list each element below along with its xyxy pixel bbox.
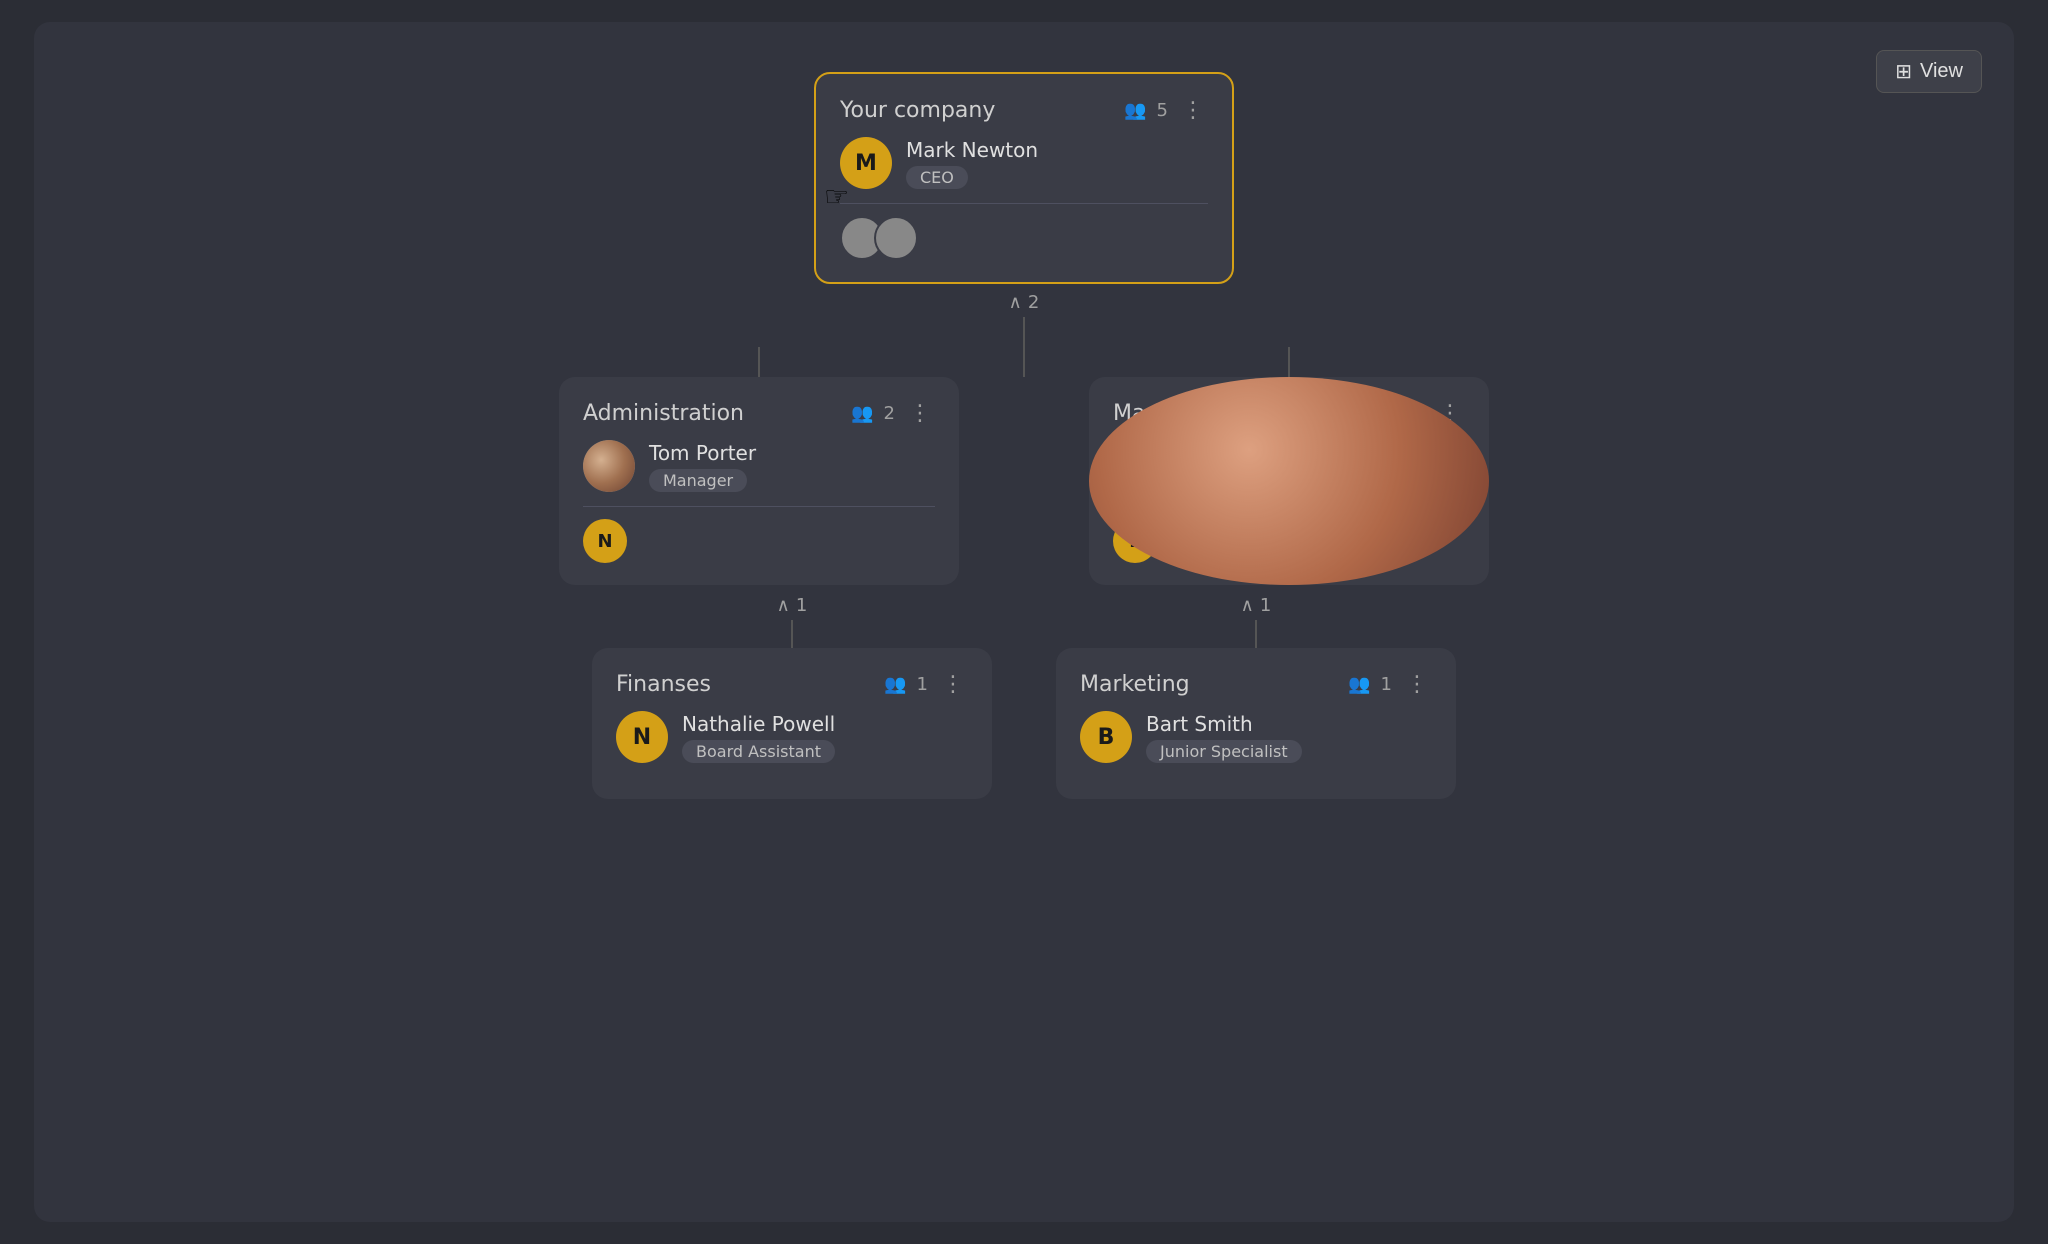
root-card-title: Your company [840, 98, 995, 123]
admin-title: Administration [583, 401, 744, 426]
marketing-collapse-btn[interactable]: ∧ 1 [1241, 591, 1272, 620]
marketing2-count: 1 [1381, 674, 1392, 695]
admin-chevron: ∧ [777, 595, 790, 616]
sub-avatar-stack [840, 216, 1208, 260]
finanses-title: Finanses [616, 672, 711, 697]
nathalie-row: N Nathalie Powell Board Assistant [616, 711, 968, 763]
admin-card: Administration 👥 2 ⋮ Tom Porter M [559, 377, 959, 585]
marketing2-title: Marketing [1080, 672, 1190, 697]
finanses-people-icon: 👥 [884, 674, 906, 695]
marketing2-card: Marketing 👥 1 ⋮ B Bart Smith Junior Spec… [1056, 648, 1456, 799]
h-gap [1023, 347, 1025, 377]
bart-avatar: B [1080, 711, 1132, 763]
admin-header: Administration 👥 2 ⋮ [583, 399, 935, 428]
bart-info: Bart Smith Junior Specialist [1146, 712, 1302, 763]
vline-l1-left [758, 347, 760, 377]
root-collapse-chevron: ∧ [1009, 292, 1022, 313]
marketing-collapse-count: 1 [1260, 595, 1271, 616]
root-card-meta: 👥 5 ⋮ [1124, 96, 1208, 125]
bart-name: Bart Smith [1146, 712, 1302, 736]
marketing2-meta: 👥 1 ⋮ [1348, 670, 1432, 699]
finanses-header: Finanses 👥 1 ⋮ [616, 670, 968, 699]
vline-root [1023, 317, 1025, 347]
l1-right-collapse: ∧ 1 [1056, 591, 1456, 648]
admin-count: 2 [884, 403, 895, 424]
level1-section: Administration 👥 2 ⋮ Tom Porter M [559, 347, 1489, 585]
bart-badge: Junior Specialist [1146, 740, 1302, 763]
ceo-info: Mark Newton CEO [906, 138, 1038, 189]
nathalie-avatar: N [616, 711, 668, 763]
org-chart: Your company 👥 5 ⋮ M Mark Newton CEO [34, 22, 2014, 799]
root-divider [840, 203, 1208, 204]
view-button-label: View [1920, 60, 1963, 83]
sub-avatar-2 [874, 216, 918, 260]
finanses-menu[interactable]: ⋮ [938, 670, 968, 699]
marketing-chevron: ∧ [1241, 595, 1254, 616]
marketing2-people-icon: 👥 [1348, 674, 1370, 695]
marry-row: Marry Roberts Manager [1113, 440, 1465, 492]
view-button[interactable]: ⊞ View [1876, 50, 1982, 93]
level1-connector-row: Administration 👥 2 ⋮ Tom Porter M [559, 347, 1489, 585]
vline-l1-right [1288, 347, 1290, 377]
tom-name: Tom Porter [649, 441, 756, 465]
admin-sub-avatar: N [583, 519, 627, 563]
marketing2-menu[interactable]: ⋮ [1402, 670, 1432, 699]
vline-l2-left [791, 620, 793, 648]
level1-collapse-row: ∧ 1 ∧ 1 [592, 591, 1456, 648]
root-card: Your company 👥 5 ⋮ M Mark Newton CEO [814, 72, 1234, 284]
finanses-card: Finanses 👥 1 ⋮ N Nathalie Powell Board A… [592, 648, 992, 799]
root-card-header: Your company 👥 5 ⋮ [840, 96, 1208, 125]
root-people-count: 5 [1157, 100, 1168, 121]
nathalie-name: Nathalie Powell [682, 712, 835, 736]
marketing2-header: Marketing 👥 1 ⋮ [1080, 670, 1432, 699]
ceo-badge: CEO [906, 166, 968, 189]
root-collapse-btn[interactable]: ∧ 2 [1009, 288, 1040, 317]
marketing-card: Marketing 👥 2 ⋮ Marry Roberts Man [1089, 377, 1489, 585]
nathalie-info: Nathalie Powell Board Assistant [682, 712, 835, 763]
tom-badge: Manager [649, 469, 747, 492]
admin-menu[interactable]: ⋮ [905, 399, 935, 428]
root-card-menu[interactable]: ⋮ [1178, 96, 1208, 125]
left-drop: Administration 👥 2 ⋮ Tom Porter M [559, 347, 959, 585]
bart-row: B Bart Smith Junior Specialist [1080, 711, 1432, 763]
admin-collapse-count: 1 [796, 595, 807, 616]
admin-collapse-btn[interactable]: ∧ 1 [777, 591, 808, 620]
admin-divider [583, 506, 935, 507]
level2-row: Finanses 👥 1 ⋮ N Nathalie Powell Board A… [592, 648, 1456, 799]
ceo-name: Mark Newton [906, 138, 1038, 162]
right-drop: Marketing 👥 2 ⋮ Marry Roberts Man [1089, 347, 1489, 585]
ceo-row: M Mark Newton CEO [840, 137, 1208, 189]
vline-l2-right [1255, 620, 1257, 648]
root-collapse-area: ∧ 2 [1009, 288, 1040, 347]
l1-left-collapse: ∧ 1 [592, 591, 992, 648]
ceo-avatar: M [840, 137, 892, 189]
tom-info: Tom Porter Manager [649, 441, 756, 492]
finanses-count: 1 [917, 674, 928, 695]
root-collapse-count: 2 [1028, 292, 1039, 313]
admin-meta: 👥 2 ⋮ [851, 399, 935, 428]
marry-avatar [1113, 440, 1165, 492]
finanses-meta: 👥 1 ⋮ [884, 670, 968, 699]
tom-row: Tom Porter Manager [583, 440, 935, 492]
admin-people-icon: 👥 [851, 403, 873, 424]
app-container: ⊞ View Your company 👥 5 ⋮ M Mark Newton [34, 22, 2014, 1222]
view-icon: ⊞ [1895, 59, 1912, 84]
people-icon: 👥 [1124, 100, 1146, 121]
nathalie-badge: Board Assistant [682, 740, 835, 763]
tom-avatar [583, 440, 635, 492]
